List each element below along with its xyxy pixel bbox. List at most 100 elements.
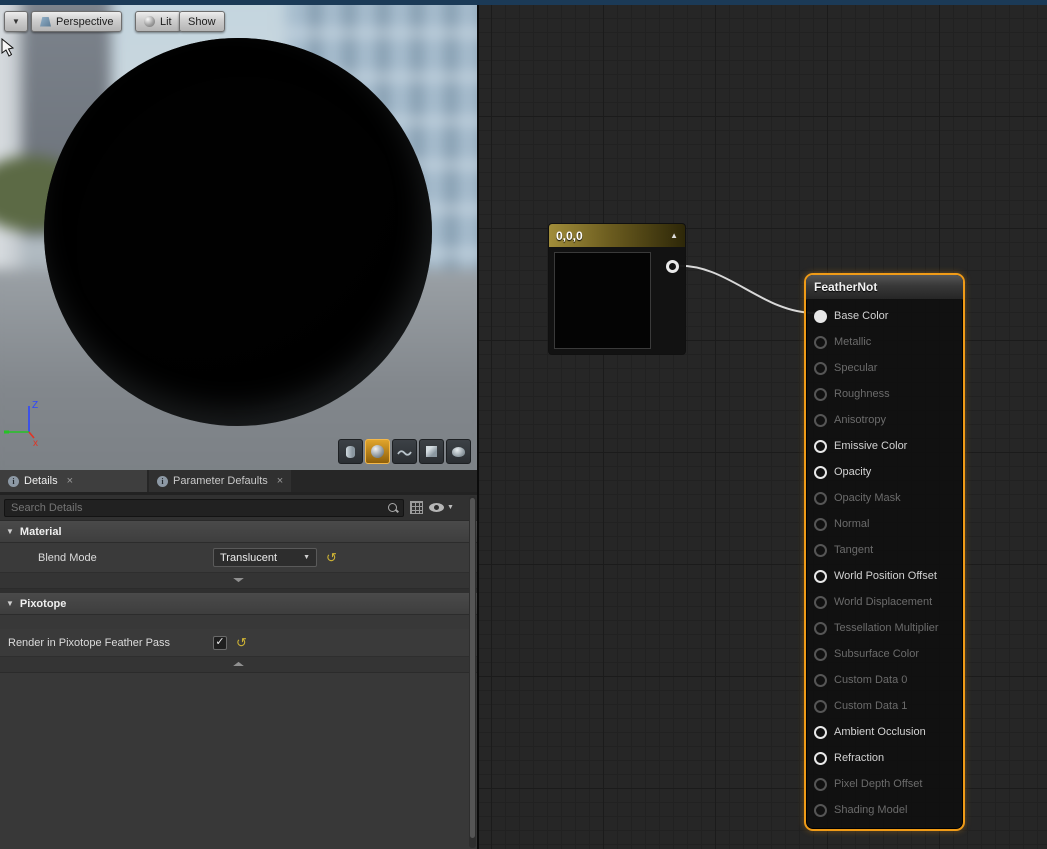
pin-label: Custom Data 1 [834,700,907,712]
axis-z-label: Z [32,400,38,411]
constant-node-body [548,247,686,355]
pin-icon[interactable] [814,804,827,817]
eye-icon [429,503,444,512]
pin-icon[interactable] [814,440,827,453]
constant-node-titlebar[interactable]: 0,0,0 ▲ [548,223,686,247]
material-input-pin[interactable]: Opacity Mask [806,485,963,511]
details-scrollbar[interactable] [469,496,476,848]
preview-sphere[interactable] [44,38,432,426]
sphere-icon [371,445,384,458]
reset-to-default-icon[interactable]: ↺ [236,636,247,649]
chevron-up-icon: ▲ [229,661,247,668]
collapse-icon[interactable]: ▲ [670,231,678,240]
material-input-pin[interactable]: Custom Data 1 [806,693,963,719]
feather-pass-checkbox[interactable]: ✓ [213,636,227,650]
material-input-pin[interactable]: World Position Offset [806,563,963,589]
pin-icon[interactable] [814,596,827,609]
shape-mesh-button[interactable] [446,439,471,464]
axis-gizmo: Z x [2,396,54,448]
pin-icon[interactable] [814,726,827,739]
material-input-pin[interactable]: Pixel Depth Offset [806,771,963,797]
connection-wire[interactable] [674,266,815,313]
pin-icon[interactable] [814,544,827,557]
material-input-pin[interactable]: Emissive Color [806,433,963,459]
material-input-pin[interactable]: Opacity [806,459,963,485]
material-input-pin[interactable]: Ambient Occlusion [806,719,963,745]
show-menu-button[interactable]: Show [179,11,225,32]
result-node-titlebar[interactable]: FeatherNot [806,275,963,300]
shape-cylinder-button[interactable] [338,439,363,464]
section-header-material[interactable]: ▼ Material [0,521,477,543]
property-matrix-icon[interactable] [410,501,423,514]
tab-parameter-defaults[interactable]: i Parameter Defaults × [149,470,291,492]
pin-icon[interactable] [814,414,827,427]
pin-icon[interactable] [814,362,827,375]
pin-icon[interactable] [814,310,827,323]
details-empty-area [0,673,477,849]
material-preview-viewport[interactable]: ▼ Perspective Lit Show Z x [0,0,477,470]
advanced-expander[interactable]: ▼ [0,573,477,589]
cube-icon [426,446,437,457]
pin-icon[interactable] [814,622,827,635]
pin-icon[interactable] [814,674,827,687]
shape-cube-button[interactable] [419,439,444,464]
pin-icon[interactable] [814,752,827,765]
constant-color-node[interactable]: 0,0,0 ▲ [548,223,686,355]
material-input-pin[interactable]: Specular [806,355,963,381]
pin-icon[interactable] [814,570,827,583]
material-section-title: Material [20,526,62,538]
details-tabbar: i Details × i Parameter Defaults × [0,470,477,492]
close-icon[interactable]: × [277,475,283,487]
pin-label: Roughness [834,388,890,400]
pin-icon[interactable] [814,466,827,479]
material-input-pin[interactable]: Custom Data 0 [806,667,963,693]
pin-label: Metallic [834,336,871,348]
collapse-expander[interactable]: ▲ [0,657,477,673]
result-node-pins: Base Color Metallic Specular Roughness A… [806,300,963,829]
tab-details[interactable]: i Details × [0,470,147,492]
pane-divider[interactable] [477,0,479,849]
pin-icon[interactable] [814,388,827,401]
pin-label: Custom Data 0 [834,674,907,686]
reset-to-default-icon[interactable]: ↺ [326,551,337,564]
pin-icon[interactable] [814,700,827,713]
material-input-pin[interactable]: Anisotropy [806,407,963,433]
search-box[interactable] [4,499,404,517]
material-input-pin[interactable]: Roughness [806,381,963,407]
material-input-pin[interactable]: Tangent [806,537,963,563]
color-preview-swatch[interactable] [554,252,651,349]
pin-icon[interactable] [814,778,827,791]
lit-button-label: Lit [160,16,172,28]
blend-mode-dropdown[interactable]: Translucent ▼ [213,548,317,567]
pin-icon[interactable] [814,648,827,661]
material-input-pin[interactable]: Shading Model [806,797,963,823]
output-pin[interactable] [666,260,679,273]
material-input-pin[interactable]: World Displacement [806,589,963,615]
pin-label: Ambient Occlusion [834,726,926,738]
material-input-pin[interactable]: Subsurface Color [806,641,963,667]
perspective-button[interactable]: Perspective [31,11,122,32]
material-input-pin[interactable]: Base Color [806,303,963,329]
lit-mode-button[interactable]: Lit [135,11,181,32]
shape-sphere-button[interactable] [365,439,390,464]
section-header-pixotope[interactable]: ▼ Pixotope [0,593,477,615]
tab-details-label: Details [24,475,58,487]
material-input-pin[interactable]: Normal [806,511,963,537]
pin-icon[interactable] [814,518,827,531]
shape-plane-button[interactable] [392,439,417,464]
material-input-pin[interactable]: Tessellation Multiplier [806,615,963,641]
search-input[interactable] [9,501,387,515]
viewport-options-dropdown-button[interactable]: ▼ [4,11,28,32]
close-icon[interactable]: × [67,475,73,487]
material-editor-window: ▼ Perspective Lit Show Z x [0,0,1047,849]
material-graph-canvas[interactable]: 0,0,0 ▲ FeatherNot Base Color Metallic S… [479,0,1047,849]
scrollbar-thumb[interactable] [470,498,475,838]
material-input-pin[interactable]: Metallic [806,329,963,355]
plane-wave-icon [397,446,412,458]
material-input-pin[interactable]: Refraction [806,745,963,771]
pin-icon[interactable] [814,336,827,349]
pin-icon[interactable] [814,492,827,505]
section-expand-icon: ▼ [6,527,14,536]
material-result-node[interactable]: FeatherNot Base Color Metallic Specular … [804,273,965,831]
view-options-button[interactable]: ▼ [429,503,454,512]
